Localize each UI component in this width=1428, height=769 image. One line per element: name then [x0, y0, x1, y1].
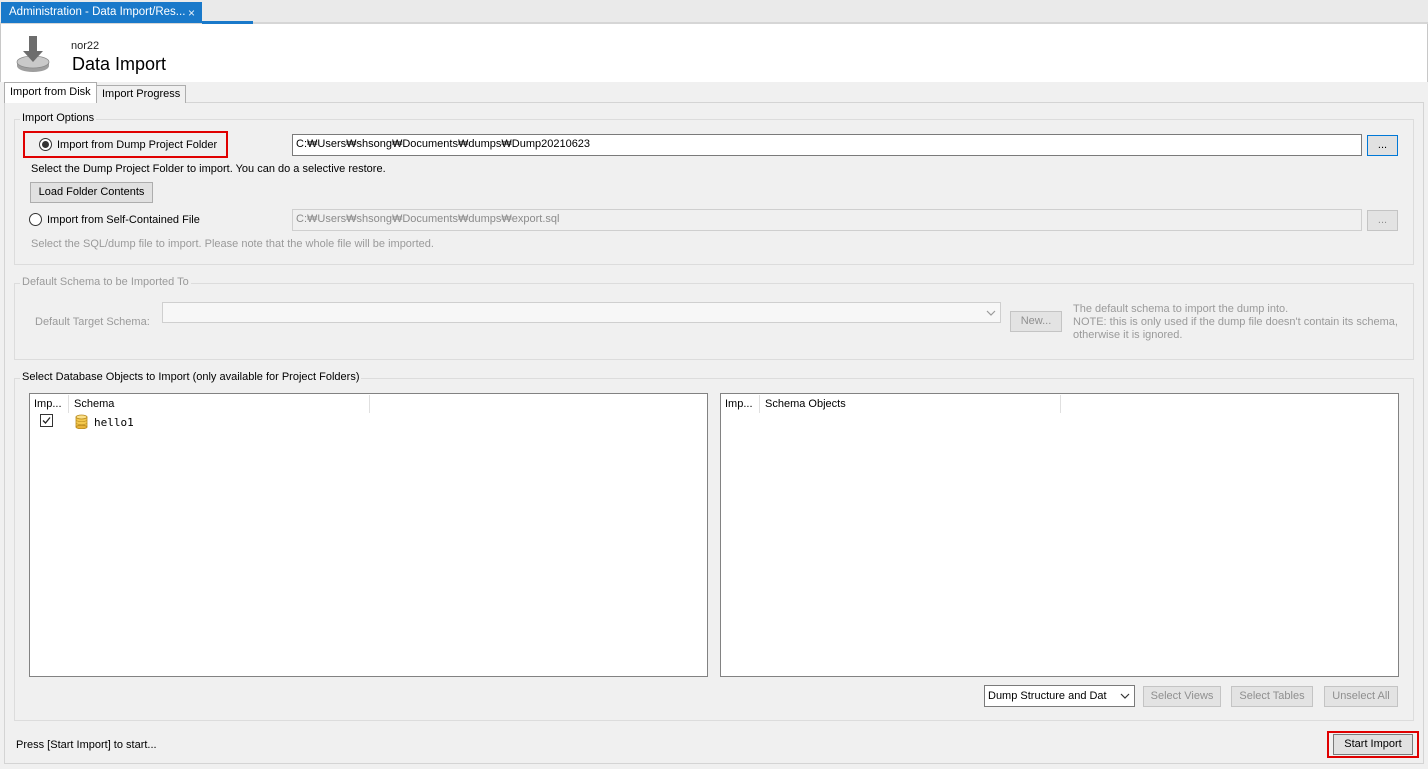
- import-options-title: Import Options: [20, 112, 97, 124]
- close-icon[interactable]: ×: [188, 6, 195, 20]
- objects-list-schema-objects-column-header[interactable]: Schema Objects: [765, 398, 846, 410]
- default-schema-note-line: The default schema to import the dump in…: [1073, 303, 1289, 315]
- default-schema-note-line: otherwise it is ignored.: [1073, 329, 1183, 341]
- load-folder-contents-button[interactable]: Load Folder Contents: [30, 182, 153, 203]
- unselect-all-button[interactable]: Unselect All: [1324, 686, 1398, 707]
- default-schema-note: The default schema to import the dump in…: [1073, 303, 1398, 342]
- default-schema-note-line: NOTE: this is only used if the dump file…: [1073, 316, 1398, 328]
- document-tab[interactable]: Administration - Data Import/Res... ×: [1, 2, 202, 23]
- schema-list[interactable]: [29, 393, 708, 677]
- data-import-icon: [15, 34, 53, 76]
- dump-folder-label[interactable]: Import from Dump Project Folder: [57, 139, 217, 151]
- chevron-down-icon[interactable]: [1118, 689, 1132, 703]
- select-views-button[interactable]: Select Views: [1143, 686, 1221, 707]
- default-target-schema-select[interactable]: [162, 302, 1001, 323]
- database-objects-title: Select Database Objects to Import (only …: [20, 371, 362, 383]
- page-title: Data Import: [72, 54, 167, 74]
- column-separator: [759, 395, 760, 413]
- self-contained-path-input[interactable]: C:₩Users₩shsong₩Documents₩dumps₩export.s…: [292, 209, 1362, 231]
- chevron-down-icon[interactable]: [984, 306, 998, 320]
- dump-folder-radio[interactable]: [39, 138, 52, 151]
- schema-list-import-column-header[interactable]: Imp...: [34, 398, 62, 410]
- schema-row-name[interactable]: hello1: [94, 416, 134, 429]
- dump-folder-browse-button[interactable]: ...: [1367, 135, 1398, 156]
- column-separator: [1060, 395, 1061, 413]
- database-icon: [75, 414, 88, 430]
- status-text: Press [Start Import] to start...: [16, 739, 157, 751]
- schema-objects-list[interactable]: [720, 393, 1399, 677]
- dump-folder-path-input[interactable]: C:₩Users₩shsong₩Documents₩dumps₩Dump2021…: [292, 134, 1362, 156]
- column-separator: [369, 395, 370, 413]
- tab-import-progress[interactable]: Import Progress: [96, 85, 187, 103]
- select-tables-button[interactable]: Select Tables: [1231, 686, 1313, 707]
- objects-list-import-column-header[interactable]: Imp...: [725, 398, 753, 410]
- default-schema-title: Default Schema to be Imported To: [20, 276, 191, 288]
- self-contained-browse-button[interactable]: ...: [1367, 210, 1398, 231]
- server-name: nor22: [71, 40, 100, 52]
- page-header: [0, 24, 1428, 82]
- dump-mode-select[interactable]: Dump Structure and Dat: [984, 685, 1135, 707]
- start-import-button[interactable]: Start Import: [1333, 734, 1413, 755]
- tab-import-from-disk[interactable]: Import from Disk: [4, 82, 97, 103]
- self-contained-label[interactable]: Import from Self-Contained File: [47, 214, 200, 226]
- schema-list-schema-column-header[interactable]: Schema: [74, 398, 114, 410]
- default-target-schema-label: Default Target Schema:: [35, 316, 150, 328]
- document-tab-label: Administration - Data Import/Res...: [9, 6, 186, 18]
- self-contained-radio[interactable]: [29, 213, 42, 226]
- dump-mode-value: Dump Structure and Dat: [988, 690, 1107, 702]
- new-schema-button[interactable]: New...: [1010, 311, 1062, 332]
- column-separator: [68, 395, 69, 413]
- schema-import-checkbox[interactable]: [40, 414, 53, 427]
- self-contained-hint: Select the SQL/dump file to import. Plea…: [31, 238, 434, 250]
- dump-folder-hint: Select the Dump Project Folder to import…: [31, 163, 386, 175]
